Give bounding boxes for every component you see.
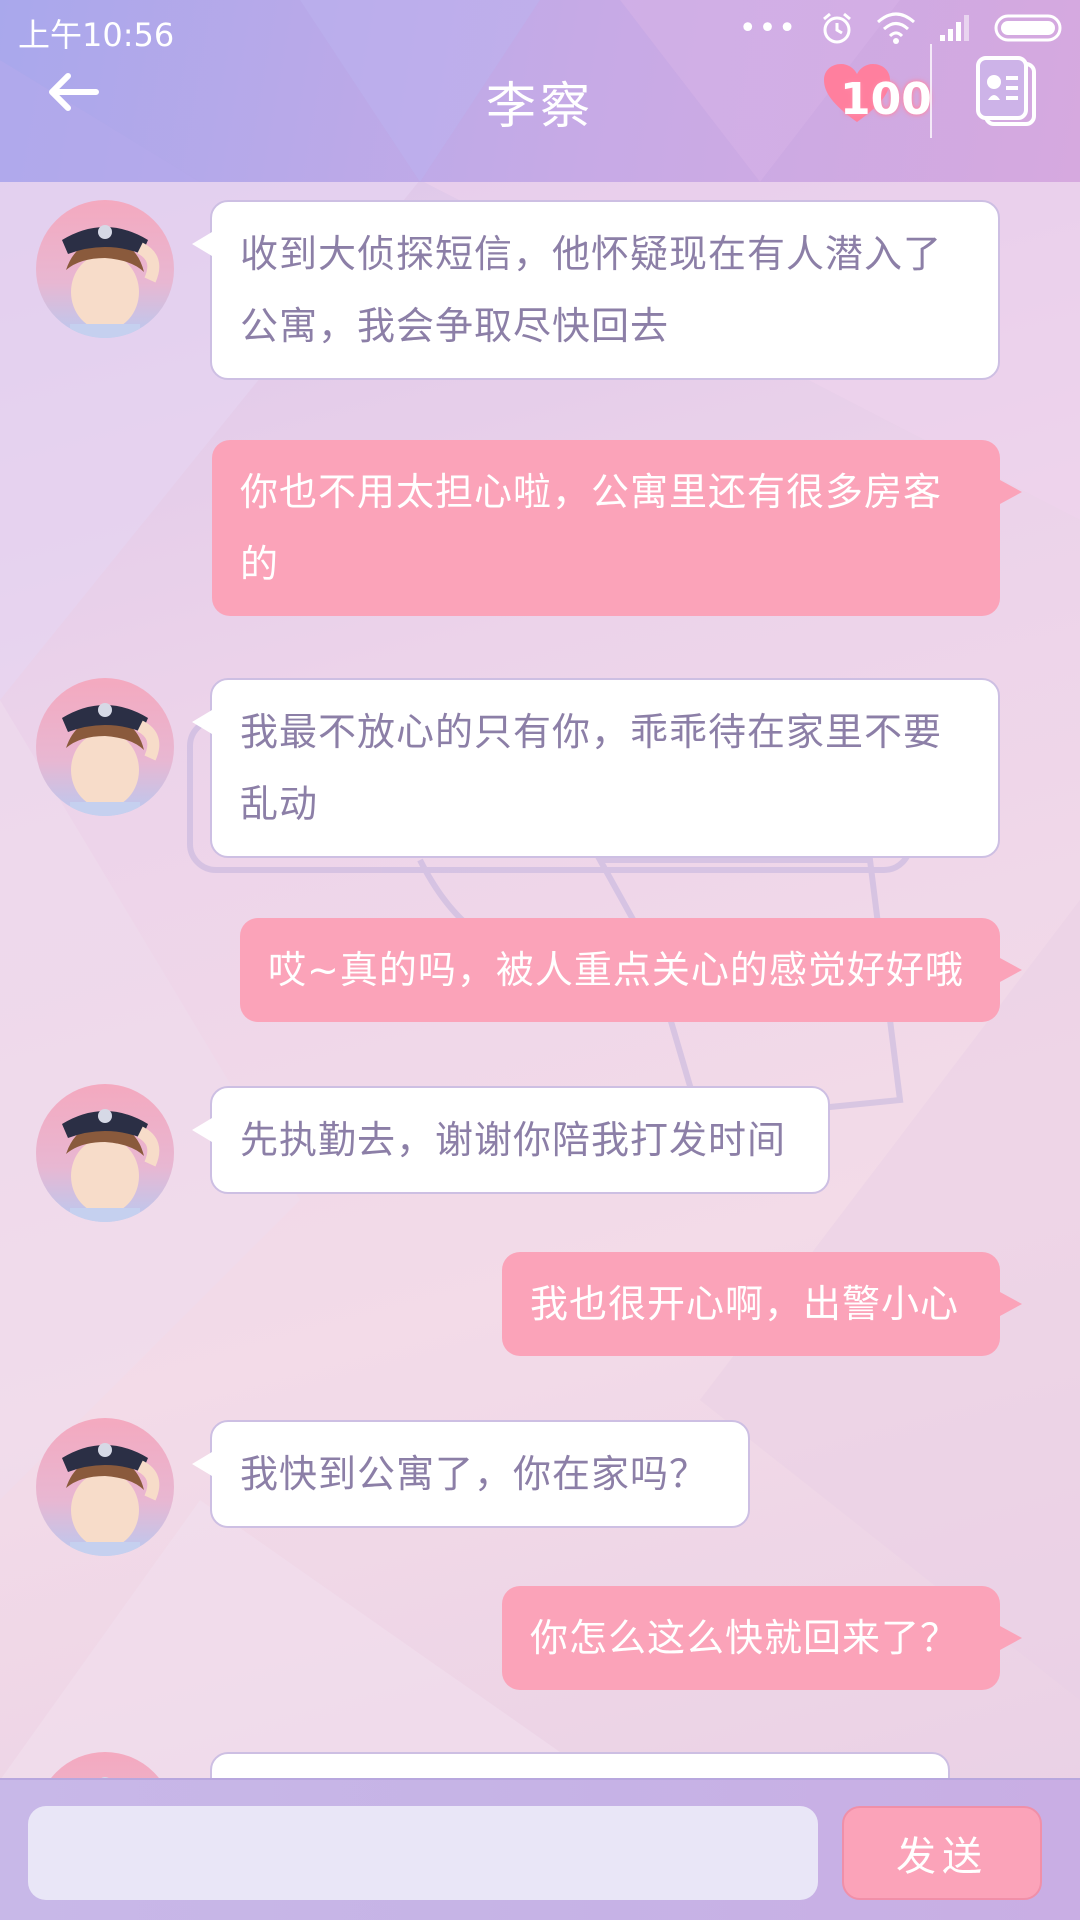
incoming-message[interactable]: 先执勤去，谢谢你陪我打发时间 — [192, 1086, 830, 1194]
back-arrow-icon — [49, 73, 99, 111]
incoming-message[interactable]: 收到大侦探短信，他怀疑现在有人潜入了公寓，我会争取尽快回去 — [192, 200, 1000, 380]
status-time: 上午10:56 — [18, 16, 175, 54]
police-avatar-icon — [62, 1109, 160, 1222]
back-button[interactable] — [38, 62, 108, 122]
message-text: 收到大侦探短信，他怀疑现在有人潜入了公寓，我会争取尽快回去 — [240, 232, 943, 348]
contact-avatar[interactable] — [36, 1752, 174, 1778]
message-text: 你怎么这么快就回来了？ — [530, 1616, 960, 1660]
page-title: 李察 — [486, 77, 594, 135]
incoming-message[interactable] — [210, 1752, 950, 1778]
composer-bar: 发送 — [0, 1778, 1080, 1920]
contact-avatar[interactable] — [36, 200, 174, 338]
signal-icon — [940, 15, 969, 41]
heart-count: 100 — [840, 74, 932, 125]
message-input[interactable] — [28, 1806, 818, 1900]
outgoing-message[interactable]: 你怎么这么快就回来了？ — [502, 1586, 1022, 1690]
message-text: 先执勤去，谢谢你陪我打发时间 — [240, 1118, 787, 1162]
more-icon: ••• — [738, 10, 798, 46]
battery-icon — [994, 14, 1062, 42]
contact-avatar[interactable] — [36, 1418, 174, 1556]
contact-avatar[interactable] — [36, 678, 174, 816]
police-avatar-icon — [101, 1777, 109, 1778]
contact-card-icon — [976, 56, 1036, 126]
send-button[interactable]: 发送 — [842, 1806, 1042, 1900]
incoming-message[interactable]: 我快到公寓了，你在家吗？ — [192, 1420, 750, 1528]
profile-card-button[interactable] — [974, 56, 1040, 128]
top-bar: 上午10:56 ••• 李察 100 — [0, 0, 1080, 182]
message-text: 我最不放心的只有你，乖乖待在家里不要乱动 — [240, 710, 943, 826]
affection-counter[interactable]: 100 — [822, 60, 932, 130]
incoming-message[interactable]: 我最不放心的只有你，乖乖待在家里不要乱动 — [192, 678, 1000, 858]
contact-avatar[interactable] — [36, 1084, 174, 1222]
police-avatar-icon — [62, 703, 160, 816]
alarm-icon — [823, 12, 851, 44]
message-text: 我快到公寓了，你在家吗？ — [240, 1452, 709, 1496]
status-icons: ••• — [739, 8, 1066, 48]
header-divider — [930, 44, 932, 138]
message-text: 你也不用太担心啦，公寓里还有很多房客的 — [240, 470, 943, 586]
chat-area[interactable]: 收到大侦探短信，他怀疑现在有人潜入了公寓，我会争取尽快回去 你也不用太担心啦，公… — [0, 182, 1080, 1778]
outgoing-message[interactable]: 你也不用太担心啦，公寓里还有很多房客的 — [212, 440, 1022, 616]
message-text: 哎~真的吗，被人重点关心的感觉好好哦 — [268, 948, 964, 992]
send-button-label: 发送 — [896, 1834, 988, 1880]
outgoing-message[interactable]: 我也很开心啊，出警小心 — [502, 1252, 1022, 1356]
wifi-icon — [877, 12, 915, 44]
police-avatar-icon — [62, 225, 160, 338]
message-text: 我也很开心啊，出警小心 — [530, 1282, 960, 1326]
outgoing-message[interactable]: 哎~真的吗，被人重点关心的感觉好好哦 — [240, 918, 1022, 1022]
police-avatar-icon — [62, 1443, 160, 1556]
